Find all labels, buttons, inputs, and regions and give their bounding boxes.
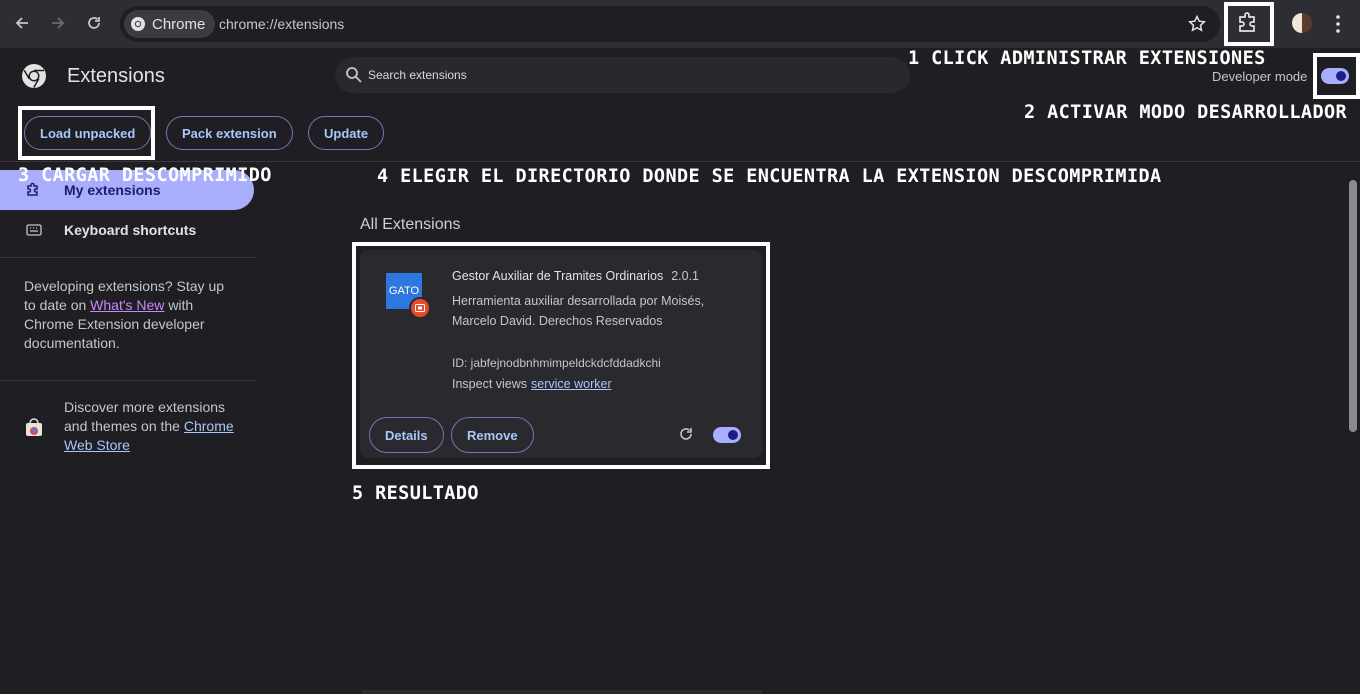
profile-avatar[interactable] (1292, 13, 1312, 33)
annotation-step-2: 2 ACTIVAR MODO DESARROLLADOR (1024, 102, 1348, 123)
annotation-step-1: 1 CLICK ADMINISTRAR EXTENSIONES (908, 48, 1266, 69)
chrome-icon (131, 17, 145, 31)
back-arrow-icon[interactable] (11, 12, 33, 34)
annotation-box-developer-mode (1313, 53, 1360, 99)
annotation-box-result (352, 242, 770, 469)
chrome-logo-icon (21, 63, 47, 94)
annotation-step-3: 3 CARGAR DESCOMPRIMIDO (18, 165, 272, 186)
more-menu-icon[interactable] (1330, 12, 1346, 36)
site-chip[interactable]: Chrome (124, 10, 216, 38)
section-title: All Extensions (360, 216, 461, 233)
annotation-step-5: 5 RESULTADO (352, 483, 479, 504)
annotation-box-load-unpacked (18, 106, 155, 160)
sidebar-divider (0, 380, 256, 381)
sidebar-divider (0, 257, 256, 258)
sidebar: My extensions Keyboard shortcuts Develop… (0, 163, 256, 694)
search-input[interactable] (368, 57, 888, 93)
developer-mode-label: Developer mode (1212, 69, 1308, 84)
next-card-edge (362, 690, 762, 694)
search-icon (345, 66, 363, 89)
web-store-info-text: Discover more extensions and themes on t… (64, 398, 244, 455)
update-button[interactable]: Update (308, 116, 385, 150)
annotation-box-extensions (1224, 2, 1274, 46)
bookmark-star-icon[interactable] (1187, 14, 1207, 39)
annotation-step-4: 4 ELEGIR EL DIRECTORIO DONDE SE ENCUENTR… (377, 166, 1162, 187)
chrome-web-store-icon (24, 418, 44, 443)
address-bar[interactable]: Chrome chrome://extensions (120, 6, 1220, 42)
url-text[interactable]: chrome://extensions (219, 16, 344, 32)
pack-extension-button[interactable]: Pack extension (166, 116, 293, 150)
developer-info-text: Developing extensions? Stay up to date o… (24, 277, 234, 353)
reload-icon[interactable] (83, 12, 105, 34)
site-chip-label: Chrome (152, 15, 206, 33)
sidebar-item-keyboard-shortcuts[interactable]: Keyboard shortcuts (0, 210, 254, 250)
search-box[interactable] (335, 57, 910, 93)
whats-new-link[interactable]: What's New (90, 297, 164, 313)
page-title: Extensions (67, 65, 165, 87)
sidebar-item-label: Keyboard shortcuts (64, 222, 197, 238)
scrollbar-thumb[interactable] (1349, 180, 1357, 432)
keyboard-icon (24, 224, 44, 236)
forward-arrow-icon[interactable] (47, 12, 69, 34)
browser-toolbar: Chrome chrome://extensions (0, 0, 1360, 48)
